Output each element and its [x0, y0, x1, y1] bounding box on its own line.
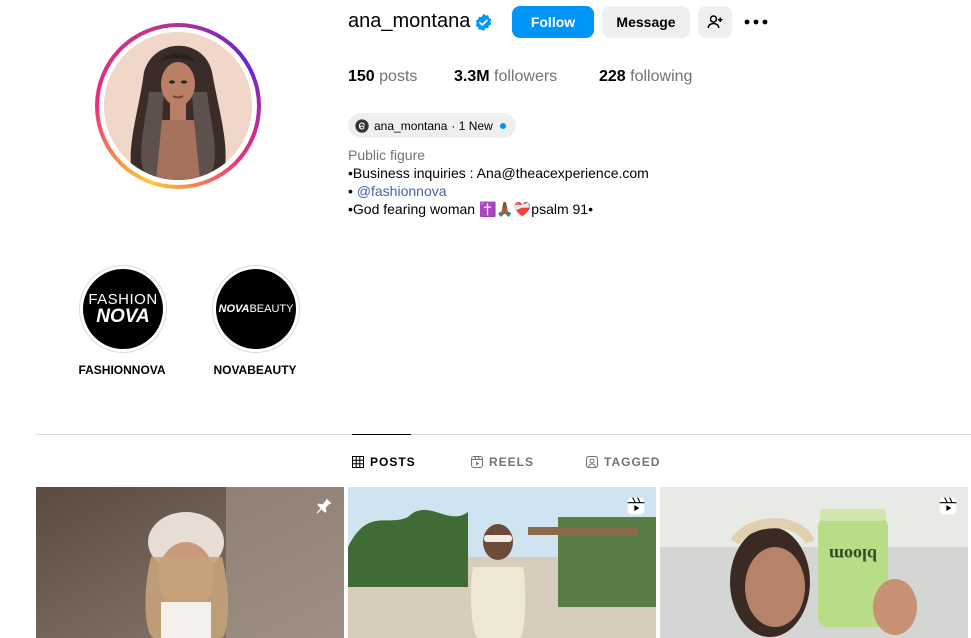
profile-category: Public figure — [348, 147, 426, 163]
bio-bullet: • — [348, 183, 357, 199]
tab-reels[interactable]: REELS — [471, 454, 534, 470]
fashionnova-logo-bottom: NOVA — [96, 306, 150, 327]
bio-line-faith: •God fearing woman ✝️🙏🏾❤️‍🩹psalm 91• — [348, 200, 593, 218]
avatar-illustration — [104, 32, 252, 180]
more-options-icon[interactable] — [743, 10, 769, 34]
post-image — [348, 487, 656, 638]
reel-icon — [939, 497, 957, 515]
message-button[interactable]: Message — [602, 6, 690, 38]
tagged-icon — [586, 456, 598, 468]
tab-posts[interactable]: POSTS — [352, 454, 416, 470]
suggested-users-button[interactable] — [698, 6, 732, 38]
tabs-divider — [36, 434, 971, 435]
bio-line-business: •Business inquiries : Ana@theacexperienc… — [348, 165, 649, 181]
bio-faith-text: •God fearing woman — [348, 201, 479, 217]
highlight-fashionnova[interactable]: FASHION NOVA FASHIONNOVA — [78, 265, 167, 377]
post-image — [36, 487, 344, 638]
active-tab-indicator — [352, 434, 411, 435]
highlight-label: FASHIONNOVA — [78, 363, 166, 377]
verified-badge-icon — [475, 13, 492, 32]
tab-tagged-label: TAGGED — [604, 455, 661, 469]
fashionnova-logo-top: FASHION — [88, 291, 158, 308]
tab-posts-label: POSTS — [370, 455, 416, 469]
post-thumbnail[interactable]: bloom — [660, 487, 968, 638]
following-count-value: 228 — [599, 68, 626, 85]
novabeauty-logo: NOVA BEAUTY — [216, 269, 296, 349]
tab-reels-label: REELS — [489, 455, 535, 469]
highlight-ring: NOVA BEAUTY — [212, 265, 300, 353]
threads-new-badge: · 1 New — [451, 118, 493, 133]
posts-count-label: posts — [379, 68, 418, 85]
profile-avatar-ring[interactable] — [95, 23, 261, 189]
pin-icon — [316, 498, 332, 514]
threads-icon — [355, 118, 369, 133]
followers-link[interactable]: 3.3M followers — [454, 68, 557, 86]
highlight-label: NOVABEAUTY — [213, 363, 297, 377]
posts-count-value: 150 — [348, 68, 375, 85]
add-user-icon — [707, 15, 723, 29]
novabeauty-logo-thin: BEAUTY — [249, 303, 294, 315]
avatar[interactable] — [104, 32, 252, 180]
avatar-border — [99, 27, 257, 185]
threads-handle: ana_montana — [374, 118, 448, 133]
bio-psalm-text: psalm 91• — [531, 201, 593, 217]
highlight-ring: FASHION NOVA — [79, 265, 167, 353]
username: ana_montana — [348, 10, 471, 32]
bio-emojis: ✝️🙏🏾❤️‍🩹 — [478, 201, 532, 217]
followers-count-value: 3.3M — [454, 68, 490, 85]
follow-button[interactable]: Follow — [512, 6, 594, 38]
highlight-novabeauty[interactable]: NOVA BEAUTY NOVABEAUTY — [212, 265, 300, 377]
posts-count: 150 posts — [348, 68, 417, 86]
fashionnova-logo: FASHION NOVA — [83, 269, 163, 349]
post-thumbnail[interactable] — [36, 487, 344, 638]
threads-link[interactable]: ana_montana · 1 New — [348, 113, 516, 138]
post-image: bloom — [660, 487, 968, 638]
reels-icon — [471, 456, 483, 468]
novabeauty-logo-bold: NOVA — [218, 303, 250, 315]
grid-icon — [352, 456, 364, 468]
following-count-label: following — [630, 68, 693, 85]
new-dot-icon — [499, 122, 506, 129]
tab-tagged[interactable]: TAGGED — [586, 454, 660, 470]
followers-count-label: followers — [494, 68, 558, 85]
reel-icon — [627, 497, 645, 515]
following-link[interactable]: 228 following — [599, 68, 692, 86]
mention-link-fashionnova[interactable]: @fashionnova — [357, 183, 447, 199]
bio-line-mention: • @fashionnova — [348, 182, 447, 200]
bloom-product-text: bloom — [829, 545, 877, 565]
post-thumbnail[interactable] — [348, 487, 656, 638]
